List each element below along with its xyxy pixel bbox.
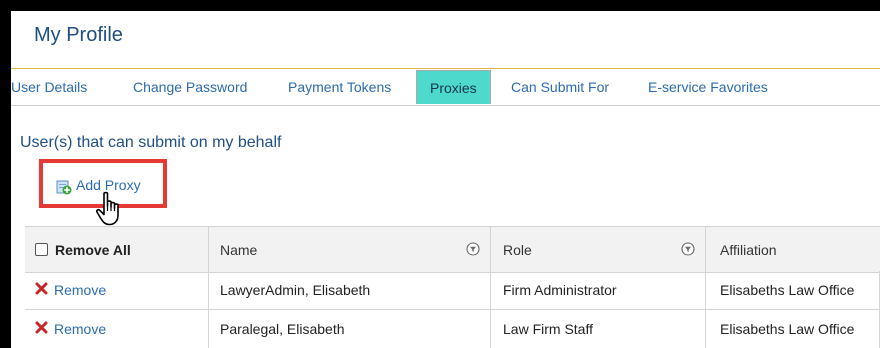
tab-can-submit-for[interactable]: Can Submit For [511,79,609,95]
table-row: Remove LawyerAdmin, Elisabeth Firm Admin… [25,271,880,310]
affiliation-cell: Elisabeths Law Office [706,271,880,309]
section-title: User(s) that can submit on my behalf [20,134,282,151]
column-header-name-label: Name [220,241,258,258]
remove-all-label: Remove All [55,241,131,258]
column-header-name[interactable]: Name [209,227,491,272]
column-header-affiliation-label: Affiliation [720,241,777,258]
remove-all-cell[interactable]: Remove All [25,227,209,272]
affiliation-cell: Elisabeths Law Office [706,309,880,348]
tab-bar: User Details Change Password Payment Tok… [11,69,880,105]
tab-e-service-favorites[interactable]: E-service Favorites [648,79,768,95]
remove-cell[interactable]: Remove [25,271,209,309]
page-title: My Profile [34,24,123,46]
profile-panel: My Profile User Details Change Password … [11,11,880,348]
remove-link[interactable]: Remove [54,282,106,298]
column-header-affiliation[interactable]: Affiliation [706,227,880,272]
role-cell: Law Firm Staff [491,309,706,348]
table-row: Remove Paralegal, Elisabeth Law Firm Sta… [25,309,880,348]
name-cell: Paralegal, Elisabeth [209,309,491,348]
table-header-row: Remove All Name Role Affiliation [25,226,880,273]
remove-cell[interactable]: Remove [25,309,209,348]
filter-icon[interactable] [466,242,480,259]
filter-icon[interactable] [681,242,695,259]
remove-link[interactable]: Remove [54,321,106,337]
name-cell: LawyerAdmin, Elisabeth [209,271,491,309]
tab-proxies[interactable]: Proxies [416,70,491,104]
tabs-divider [11,105,880,106]
column-header-role-label: Role [503,241,532,258]
remove-all-checkbox[interactable] [35,243,48,256]
tab-change-password[interactable]: Change Password [133,79,247,95]
delete-x-icon [35,282,48,298]
tab-user-details[interactable]: User Details [11,79,87,95]
column-header-role[interactable]: Role [491,227,706,272]
add-document-icon [56,179,72,200]
delete-x-icon [35,321,48,337]
role-cell: Firm Administrator [491,271,706,309]
tab-payment-tokens[interactable]: Payment Tokens [288,79,391,95]
